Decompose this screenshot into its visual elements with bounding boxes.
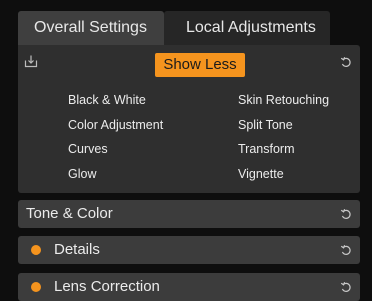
modified-indicator-dot: [31, 245, 41, 255]
section-tone-color[interactable]: Tone & Color: [18, 200, 360, 228]
tool-glow[interactable]: Glow: [68, 167, 96, 181]
settings-tabs: Overall Settings Local Adjustments: [18, 11, 330, 45]
section-title: Tone & Color: [26, 205, 113, 222]
tool-vignette[interactable]: Vignette: [238, 167, 284, 181]
export-icon[interactable]: [24, 54, 38, 68]
section-title: Lens Correction: [54, 278, 160, 295]
tool-skin-retouching[interactable]: Skin Retouching: [238, 93, 329, 107]
show-less-button[interactable]: Show Less: [155, 53, 245, 77]
section-details[interactable]: Details: [18, 236, 360, 264]
reset-undo-icon[interactable]: [340, 208, 352, 220]
tool-split-tone[interactable]: Split Tone: [238, 118, 293, 132]
tools-panel: Show Less Black & White Skin Retouching …: [18, 45, 360, 193]
tool-color-adjustment[interactable]: Color Adjustment: [68, 118, 163, 132]
tool-transform[interactable]: Transform: [238, 142, 295, 156]
tool-black-white[interactable]: Black & White: [68, 93, 146, 107]
reset-undo-icon[interactable]: [340, 281, 352, 293]
tool-curves[interactable]: Curves: [68, 142, 108, 156]
section-title: Details: [54, 241, 100, 258]
reset-undo-icon[interactable]: [340, 244, 352, 256]
tab-local-adjustments[interactable]: Local Adjustments: [164, 11, 330, 45]
tab-overall-settings[interactable]: Overall Settings: [18, 11, 164, 45]
section-lens-correction[interactable]: Lens Correction: [18, 273, 360, 301]
modified-indicator-dot: [31, 282, 41, 292]
reset-undo-icon[interactable]: [340, 56, 352, 68]
